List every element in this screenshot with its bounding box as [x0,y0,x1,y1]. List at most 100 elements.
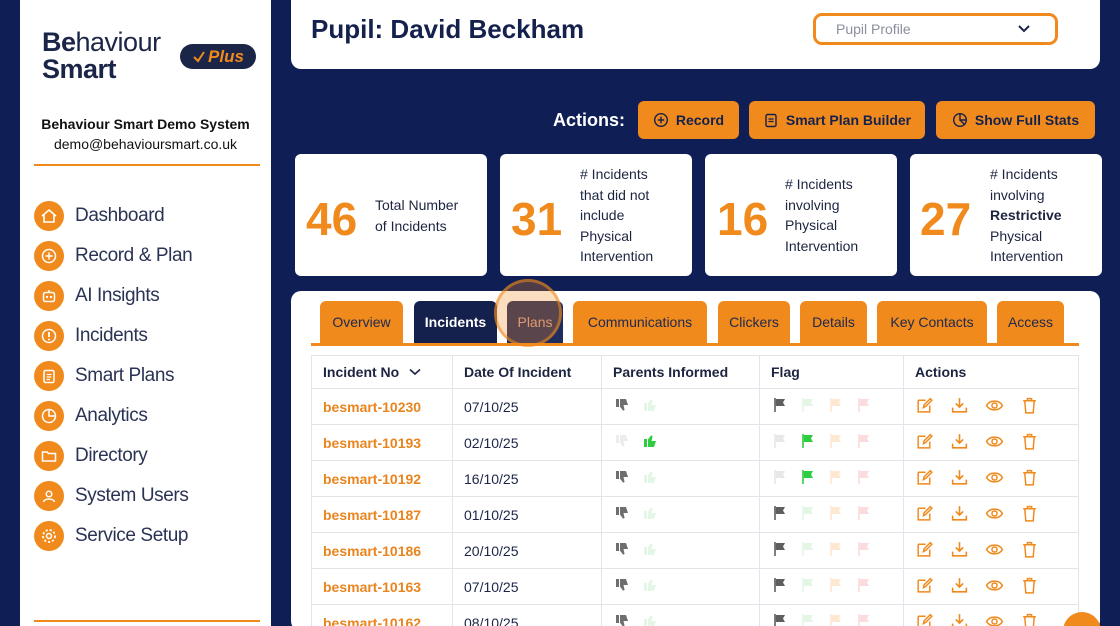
view-icon[interactable] [985,612,1004,626]
tab-clickers[interactable]: Clickers [718,301,790,343]
view-icon[interactable] [985,540,1004,562]
thumbs-up-icon[interactable] [641,396,659,417]
flag-red-icon[interactable] [855,504,873,525]
flag-green-icon[interactable] [799,612,817,626]
delete-icon[interactable] [1020,612,1039,626]
flag-amber-icon[interactable] [827,396,845,417]
flag-amber-icon[interactable] [827,504,845,525]
show-full-stats-button[interactable]: Show Full Stats [936,101,1095,139]
view-icon[interactable] [985,504,1004,526]
smart-plan-builder-button[interactable]: Smart Plan Builder [749,101,925,139]
flag-dark-icon[interactable] [771,504,789,525]
thumbs-down-icon[interactable] [613,576,631,597]
thumbs-down-icon[interactable] [613,504,631,525]
tab-overview[interactable]: Overview [320,301,403,343]
view-icon[interactable] [985,468,1004,490]
thumbs-up-icon[interactable] [641,540,659,561]
download-icon[interactable] [950,396,969,418]
flag-dark-icon[interactable] [771,540,789,561]
delete-icon[interactable] [1020,432,1039,454]
flag-amber-icon[interactable] [827,612,845,626]
sidebar-item-label: AI Insights [75,285,160,306]
flag-green-icon[interactable] [799,468,817,489]
view-icon[interactable] [985,432,1004,454]
sidebar-item-service-setup[interactable]: Service Setup [34,516,192,556]
flag-green-icon[interactable] [799,396,817,417]
sidebar-item-directory[interactable]: Directory [34,436,192,476]
flag-red-icon[interactable] [855,468,873,489]
flag-dark-icon[interactable] [771,576,789,597]
incident-link[interactable]: besmart-10193 [323,435,421,451]
sidebar-item-ai-insights[interactable]: AI Insights [34,276,192,316]
incident-link[interactable]: besmart-10163 [323,579,421,595]
flag-amber-icon[interactable] [827,432,845,453]
incident-link[interactable]: besmart-10187 [323,507,421,523]
thumbs-down-icon[interactable] [613,468,631,489]
delete-icon[interactable] [1020,468,1039,490]
download-icon[interactable] [950,612,969,626]
thumbs-up-icon[interactable] [641,612,659,626]
record-button[interactable]: Record [638,101,739,139]
flag-amber-icon[interactable] [827,540,845,561]
thumbs-up-icon[interactable] [641,504,659,525]
edit-icon[interactable] [915,540,934,562]
download-icon[interactable] [950,576,969,598]
sidebar-item-dashboard[interactable]: Dashboard [34,196,192,236]
incident-link[interactable]: besmart-10186 [323,543,421,559]
sidebar-item-incidents[interactable]: Incidents [34,316,192,356]
download-icon[interactable] [950,504,969,526]
edit-icon[interactable] [915,504,934,526]
flag-red-icon[interactable] [855,432,873,453]
incident-link[interactable]: besmart-10162 [323,615,421,626]
flag-red-icon[interactable] [855,396,873,417]
download-icon[interactable] [950,432,969,454]
edit-icon[interactable] [915,468,934,490]
download-icon[interactable] [950,468,969,490]
edit-icon[interactable] [915,612,934,626]
flag-green-icon[interactable] [799,540,817,561]
view-icon[interactable] [985,396,1004,418]
sidebar-item-system-users[interactable]: System Users [34,476,192,516]
edit-icon[interactable] [915,576,934,598]
edit-icon[interactable] [915,396,934,418]
thumbs-down-icon[interactable] [613,612,631,626]
download-icon[interactable] [950,540,969,562]
flag-dark-icon[interactable] [771,432,789,453]
column-header-incident-no[interactable]: Incident No [312,356,453,388]
flag-green-icon[interactable] [799,504,817,525]
delete-icon[interactable] [1020,576,1039,598]
thumbs-up-icon[interactable] [641,576,659,597]
tab-incidents[interactable]: Incidents [414,301,497,343]
thumbs-up-icon[interactable] [641,468,659,489]
incident-link[interactable]: besmart-10192 [323,471,421,487]
logo[interactable]: Behaviour Smart Plus [42,29,257,86]
flag-amber-icon[interactable] [827,468,845,489]
pupil-profile-select[interactable]: Pupil Profile [813,13,1058,45]
flag-dark-icon[interactable] [771,396,789,417]
thumbs-up-icon[interactable] [641,432,659,453]
thumbs-down-icon[interactable] [613,396,631,417]
tab-access[interactable]: Access [997,301,1064,343]
tab-details[interactable]: Details [800,301,867,343]
incident-link[interactable]: besmart-10230 [323,399,421,415]
flag-red-icon[interactable] [855,576,873,597]
tab-key-contacts[interactable]: Key Contacts [877,301,987,343]
sidebar-item-smart-plans[interactable]: Smart Plans [34,356,192,396]
flag-dark-icon[interactable] [771,468,789,489]
flag-green-icon[interactable] [799,432,817,453]
delete-icon[interactable] [1020,396,1039,418]
thumbs-down-icon[interactable] [613,540,631,561]
flag-green-icon[interactable] [799,576,817,597]
flag-amber-icon[interactable] [827,576,845,597]
tab-communications[interactable]: Communications [573,301,707,343]
sidebar-item-record-plan[interactable]: Record & Plan [34,236,193,276]
delete-icon[interactable] [1020,540,1039,562]
delete-icon[interactable] [1020,504,1039,526]
sidebar-item-analytics[interactable]: Analytics [34,396,192,436]
thumbs-down-icon[interactable] [613,432,631,453]
flag-dark-icon[interactable] [771,612,789,626]
view-icon[interactable] [985,576,1004,598]
edit-icon[interactable] [915,432,934,454]
flag-red-icon[interactable] [855,540,873,561]
flag-red-icon[interactable] [855,612,873,626]
